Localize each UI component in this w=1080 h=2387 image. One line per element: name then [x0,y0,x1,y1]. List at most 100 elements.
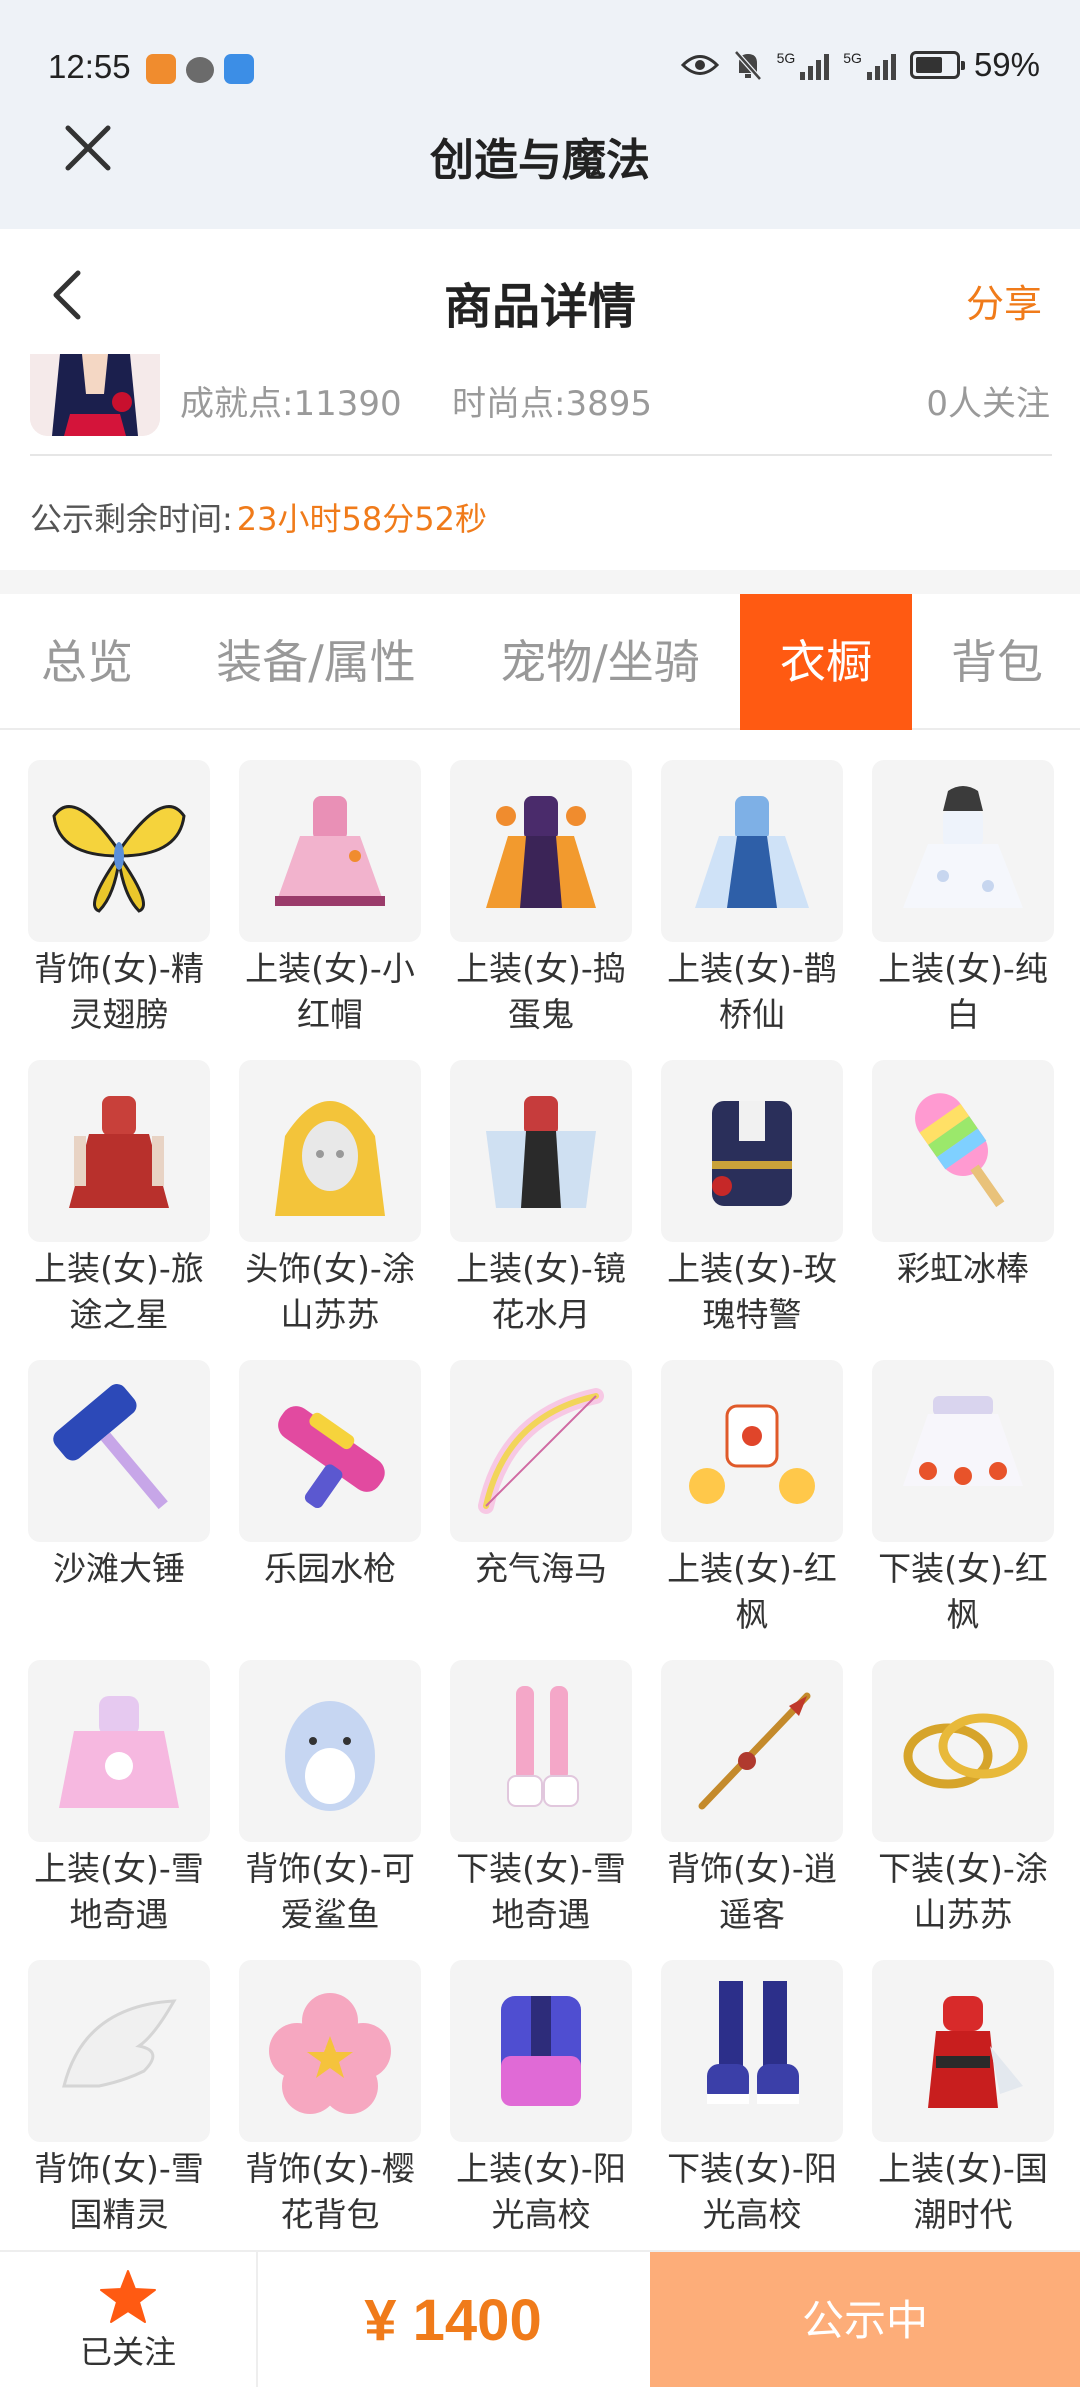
item-name: 背饰(女)-雪国精灵 [34,2149,204,2234]
signal-1-icon: 5G [777,50,830,80]
maple-skirt-icon [872,1360,1054,1542]
item-name: 彩虹冰棒 [897,1249,1029,1288]
battery-percent: 59% [973,46,1040,83]
eye-icon [680,55,719,75]
item-name: 充气海马 [475,1549,607,1588]
item-name: 下装(女)-红枫 [878,1549,1048,1634]
mute-bell-icon [733,50,762,81]
item-name: 上装(女)-玫瑰特警 [667,1249,837,1334]
divider [30,454,1052,456]
follow-button[interactable]: 已关注 [0,2252,258,2387]
top-area: 12:55 5G 5G 59% 创造与魔法 [0,0,1080,229]
item-name: 上装(女)-国潮时代 [878,2149,1048,2234]
wardrobe-item[interactable]: 背饰(女)-樱花背包 [239,1960,421,2260]
wardrobe-item[interactable]: 下装(女)-涂山苏苏 [872,1660,1054,1960]
system-icons: 5G 5G 59% [680,46,1040,84]
tab-backpack[interactable]: 背包 [932,594,1062,730]
wardrobe-item[interactable]: 头饰(女)-涂山苏苏 [239,1060,421,1360]
maple-top-icon [661,1360,843,1542]
fashion-points: 时尚点:3895 [452,384,652,424]
remaining-time-label: 公示剩余时间: [30,500,233,538]
rainbow-popsicle-icon [872,1060,1054,1242]
red-dress-icon [28,1060,210,1242]
app-notification-icon [146,54,176,84]
wardrobe-item[interactable]: 上装(女)-捣蛋鬼 [450,760,632,1060]
remaining-time-value: 23小时58分52秒 [236,500,487,538]
share-button[interactable]: 分享 [966,273,1042,328]
wardrobe-item[interactable]: 上装(女)-小红帽 [239,760,421,1060]
white-dress-icon [872,760,1054,942]
wardrobe-item[interactable]: 上装(女)-红枫 [661,1360,843,1660]
blonde-wig-icon [239,1060,421,1242]
wardrobe-item[interactable]: 下装(女)-雪地奇遇 [450,1660,632,1960]
wardrobe-item[interactable]: 上装(女)-旅途之星 [28,1060,210,1360]
remaining-time-row: 公示剩余时间: 23小时58分52秒 [30,494,487,540]
snow-dress-icon [28,1660,210,1842]
item-name: 沙滩大锤 [53,1549,185,1588]
qipao-icon [872,1960,1054,2142]
item-name: 头饰(女)-涂山苏苏 [245,1249,415,1334]
achievement-points: 成就点:11390 [180,384,402,424]
wardrobe-item[interactable]: 背饰(女)-精灵翅膀 [28,760,210,1060]
white-wings-icon [28,1960,210,2142]
item-name: 上装(女)-小红帽 [245,949,415,1034]
snow-boots-icon [450,1660,632,1842]
wardrobe-item[interactable]: 背饰(女)-可爱鲨鱼 [239,1660,421,1960]
sneakers-icon [661,1960,843,2142]
wardrobe-item[interactable]: 上装(女)-雪地奇遇 [28,1660,210,1960]
pink-dress-icon [239,760,421,942]
shark-backpack-icon [239,1660,421,1842]
notification-icons [146,54,254,84]
wardrobe-grid: 背饰(女)-精灵翅膀 上装(女)-小红帽 上装(女)-捣蛋鬼 上装(女)-鹊桥仙… [28,760,1058,2260]
signal-2-icon: 5G [843,50,896,80]
profile-row: 成就点:11390 时尚点:3895 0人关注 [0,354,1080,456]
tab-wardrobe[interactable]: 衣橱 [740,594,912,730]
star-icon [100,2269,156,2323]
item-name: 背饰(女)-可爱鲨鱼 [245,1849,415,1934]
item-name: 上装(女)-镜花水月 [456,1249,626,1334]
wardrobe-item[interactable]: 彩虹冰棒 [872,1060,1054,1360]
kimono-dress-icon [450,1060,632,1242]
tab-overview[interactable]: 总览 [22,594,152,730]
wardrobe-item[interactable]: 上装(女)-鹊桥仙 [661,760,843,1060]
signal-2-label: 5G [843,50,862,66]
status-bar: 12:55 5G 5G 59% [0,0,1080,140]
spear-icon [661,1660,843,1842]
wardrobe-item[interactable]: 下装(女)-阳光高校 [661,1960,843,2260]
wardrobe-item[interactable]: 背饰(女)-雪国精灵 [28,1960,210,2260]
butterfly-wings-icon [28,760,210,942]
tab-equipment[interactable]: 装备/属性 [196,594,436,730]
item-name: 上装(女)-旅途之星 [34,1249,204,1334]
item-name: 背饰(女)-精灵翅膀 [34,949,204,1034]
blue-gown-icon [661,760,843,942]
item-name: 下装(女)-雪地奇遇 [456,1849,626,1934]
wardrobe-item[interactable]: 乐园水枪 [239,1360,421,1660]
wardrobe-item[interactable]: 背饰(女)-逍遥客 [661,1660,843,1960]
sakura-backpack-icon [239,1960,421,2142]
signal-1-label: 5G [776,50,796,66]
wardrobe-item[interactable]: 下装(女)-红枫 [872,1360,1054,1660]
page-title: 商品详情 [443,279,636,335]
tab-bar: 总览 装备/属性 宠物/坐骑 衣橱 背包 [0,594,1080,730]
item-name: 乐园水枪 [264,1549,396,1588]
item-name: 上装(女)-雪地奇遇 [34,1849,204,1934]
item-name: 上装(女)-红枫 [667,1549,837,1634]
item-name: 上装(女)-鹊桥仙 [667,949,837,1034]
wardrobe-item[interactable]: 上装(女)-玫瑰特警 [661,1060,843,1360]
wardrobe-item[interactable]: 上装(女)-阳光高校 [450,1960,632,2260]
tab-pets[interactable]: 宠物/坐骑 [480,594,720,730]
battery-icon [909,51,965,79]
shield-notification-icon [224,54,254,84]
wardrobe-item[interactable]: 上装(女)-镜花水月 [450,1060,632,1360]
wardrobe-item[interactable]: 充气海马 [450,1360,632,1660]
wardrobe-item[interactable]: 上装(女)-国潮时代 [872,1960,1054,2260]
item-name: 下装(女)-涂山苏苏 [878,1849,1048,1934]
avatar [30,354,160,436]
wardrobe-item[interactable]: 沙滩大锤 [28,1360,210,1660]
status-button[interactable]: 公示中 [650,2252,1080,2387]
page-header: 商品详情 分享 [0,229,1080,364]
jacket-icon [450,1960,632,2142]
halloween-dress-icon [450,760,632,942]
price: ¥ 1400 [364,2288,542,2353]
wardrobe-item[interactable]: 上装(女)-纯白 [872,760,1054,1060]
